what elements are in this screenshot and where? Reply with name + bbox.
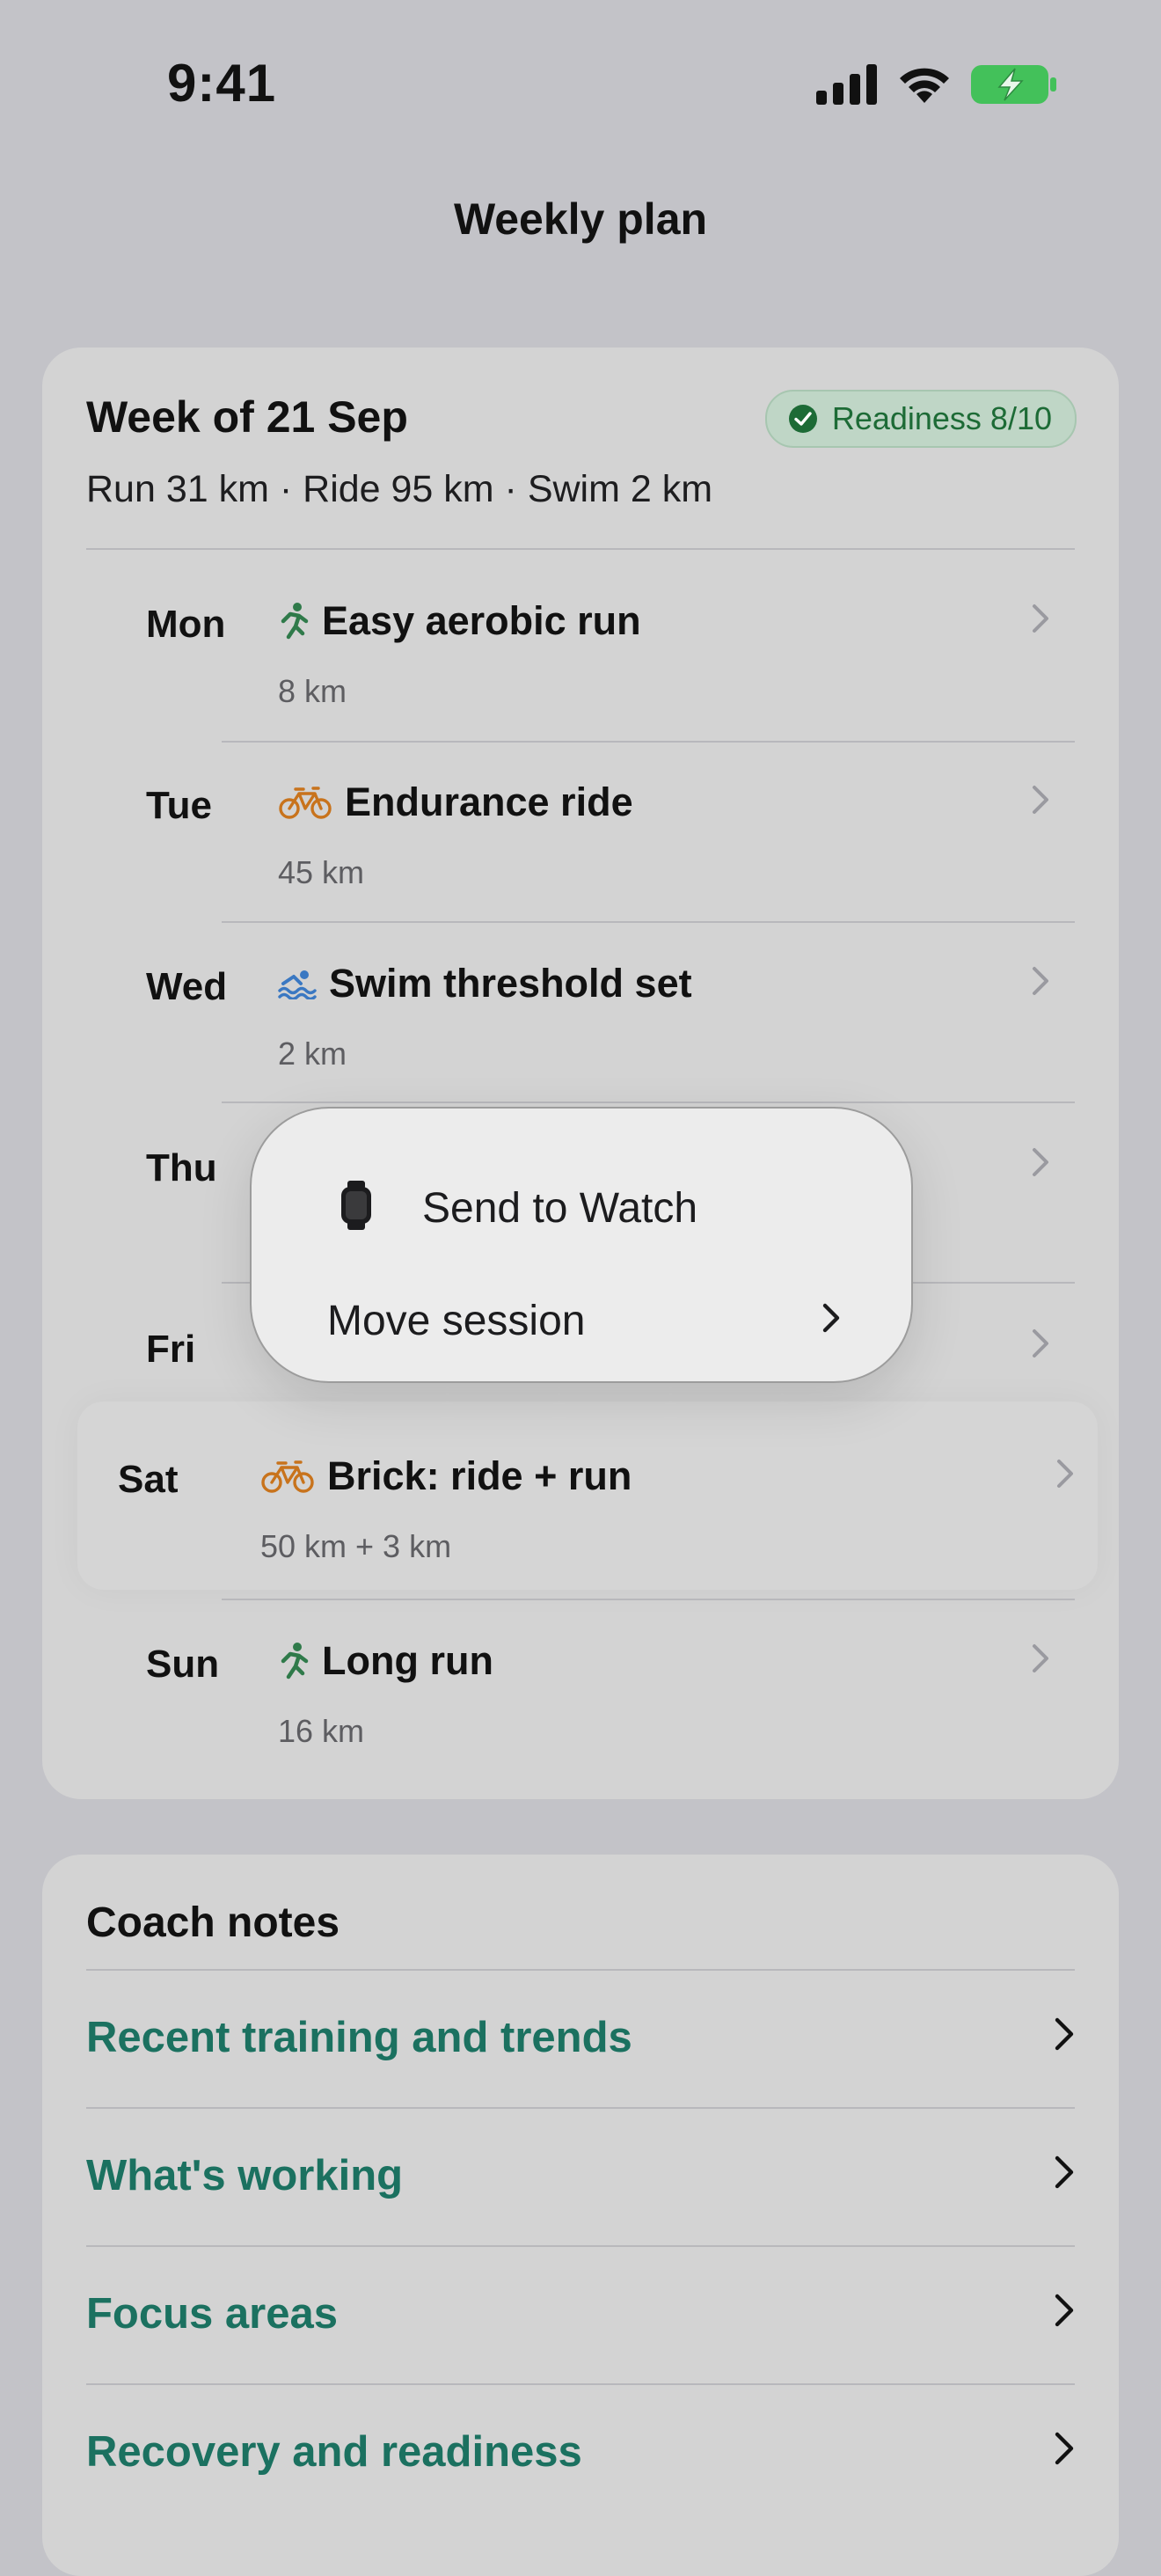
- chevron-right-icon: [1033, 967, 1048, 995]
- context-menu: Send to Watch Move session: [250, 1107, 913, 1383]
- day-label: Fri: [146, 1328, 196, 1371]
- note-link-recovery-readiness[interactable]: Recovery and readiness: [42, 2383, 1119, 2521]
- chevron-right-icon: [822, 1303, 840, 1333]
- run-icon: [281, 1643, 309, 1680]
- bike-icon: [261, 1460, 314, 1493]
- session-title: Easy aerobic run: [278, 598, 641, 644]
- chevron-right-icon: [1057, 1460, 1073, 1488]
- bike-icon: [279, 787, 332, 819]
- day-label: Sun: [146, 1643, 220, 1686]
- day-label: Sat: [118, 1458, 179, 1501]
- readiness-badge-label: Readiness 8/10: [831, 400, 1052, 436]
- note-link-focus-areas[interactable]: Focus areas: [42, 2245, 1119, 2382]
- chevron-right-icon: [1055, 2155, 1074, 2189]
- watch-icon: [341, 1181, 371, 1230]
- move-session-button[interactable]: Move session: [252, 1267, 911, 1372]
- chevron-right-icon: [1055, 2017, 1074, 2051]
- coach-notes-title: Coach notes: [86, 1899, 340, 1946]
- battery-charging-icon: [971, 65, 1056, 104]
- chevron-right-icon: [1055, 2432, 1074, 2465]
- note-link-whats-working[interactable]: What's working: [42, 2107, 1119, 2244]
- chevron-right-icon: [1055, 2294, 1074, 2327]
- chevron-right-icon: [1033, 1148, 1048, 1176]
- session-title: Endurance ride: [278, 779, 633, 825]
- note-link-label: Recovery and readiness: [86, 2428, 582, 2476]
- day-label: Tue: [146, 784, 212, 827]
- wifi-icon: [900, 68, 949, 103]
- weekly-plan-card: Week of 21 Sep Readiness 8/10 Run 31 km …: [42, 348, 1119, 1799]
- status-icons: [816, 63, 1057, 106]
- day-row-sun[interactable]: Sun Long run 16 km: [42, 1590, 1119, 1771]
- session-title: Swim threshold set: [278, 961, 692, 1006]
- chevron-right-icon: [1033, 1329, 1048, 1358]
- day-label: Thu: [146, 1146, 217, 1189]
- note-link-label: Recent training and trends: [86, 2014, 632, 2061]
- day-row-tue[interactable]: Tue Endurance ride 45 km: [42, 731, 1119, 912]
- send-to-watch-button[interactable]: Send to Watch: [252, 1154, 911, 1260]
- status-time: 9:41: [167, 54, 277, 113]
- day-row-wed[interactable]: Wed Swim threshold set 2 km: [42, 912, 1119, 1094]
- checkmark-circle-icon: [788, 405, 817, 433]
- day-row-mon[interactable]: Mon Easy aerobic run 8 km: [42, 550, 1119, 731]
- run-icon: [281, 603, 309, 640]
- coach-notes-card: Coach notes Recent training and trends W…: [42, 1855, 1119, 2576]
- day-label: Wed: [146, 965, 228, 1008]
- week-title: Week of 21 Sep: [86, 392, 408, 442]
- send-to-watch-label: Send to Watch: [422, 1185, 698, 1232]
- session-distance: 16 km: [278, 1713, 365, 1749]
- chevron-right-icon: [1033, 1644, 1048, 1672]
- week-summary: Run 31 km · Ride 95 km · Swim 2 km: [86, 468, 713, 510]
- swim-icon: [278, 970, 317, 999]
- session-distance: 50 km + 3 km: [260, 1528, 452, 1564]
- day-row-sat[interactable]: Sat Brick: ride + run 50 km + 3 km: [42, 1401, 1119, 1590]
- note-link-recent-training[interactable]: Recent training and trends: [42, 1969, 1119, 2106]
- cellular-signal-icon: [816, 64, 877, 105]
- page-title: Weekly plan: [453, 194, 708, 244]
- chevron-right-icon: [1033, 786, 1048, 814]
- readiness-badge: Readiness 8/10: [764, 390, 1077, 448]
- session-distance: 45 km: [278, 854, 365, 890]
- session-distance: 2 km: [278, 1036, 347, 1072]
- session-distance: 8 km: [278, 673, 347, 709]
- day-label: Mon: [146, 603, 226, 646]
- session-title: Brick: ride + run: [260, 1453, 632, 1499]
- note-link-label: What's working: [86, 2152, 404, 2199]
- chevron-right-icon: [1033, 604, 1048, 633]
- status-bar: 9:41: [0, 0, 1161, 167]
- note-link-label: Focus areas: [86, 2290, 338, 2338]
- move-session-label: Move session: [327, 1298, 586, 1344]
- session-title: Long run: [278, 1638, 493, 1684]
